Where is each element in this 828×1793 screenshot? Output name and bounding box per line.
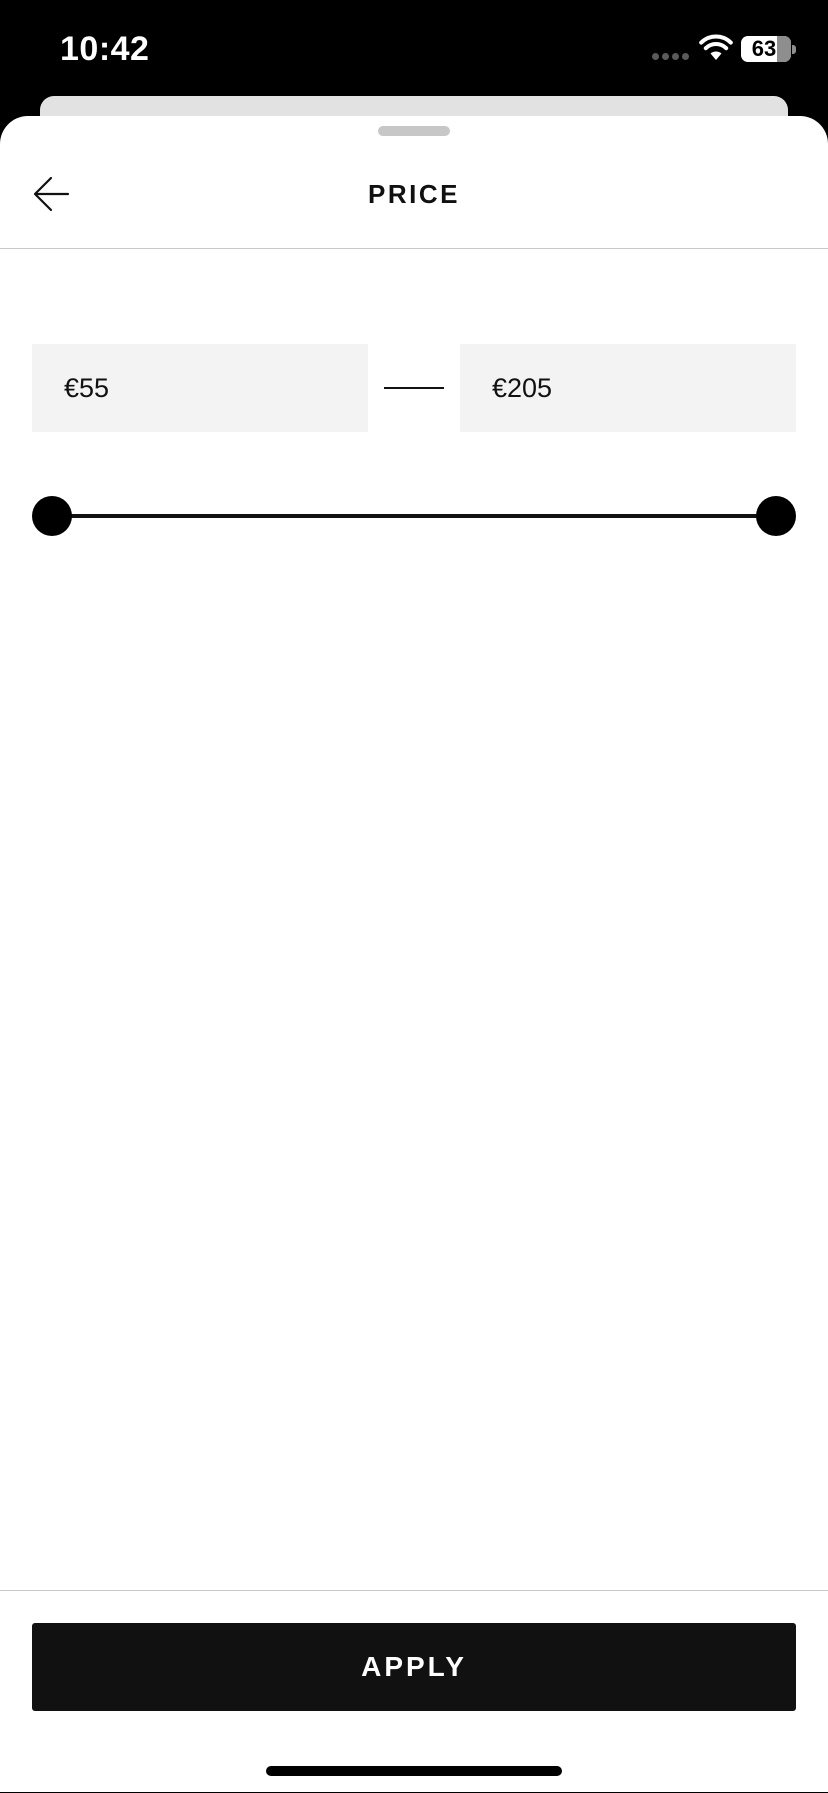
max-price-field[interactable]: €205	[460, 344, 796, 432]
back-button[interactable]	[24, 166, 80, 222]
apply-button[interactable]: APPLY	[32, 1623, 796, 1711]
status-time: 10:42	[60, 30, 150, 68]
slider-selected-range	[52, 514, 776, 518]
price-range-slider[interactable]	[32, 496, 796, 536]
status-bar: 10:42 63	[0, 0, 828, 100]
cellular-signal-icon	[652, 53, 689, 60]
slider-max-handle[interactable]	[756, 496, 796, 536]
battery-tip	[792, 45, 796, 54]
price-filter-sheet: PRICE €55 €205 APPLY	[0, 116, 828, 1792]
slider-min-handle[interactable]	[32, 496, 72, 536]
range-separator	[384, 387, 444, 389]
page-title: PRICE	[368, 179, 460, 209]
home-indicator	[266, 1766, 562, 1776]
sheet-footer: APPLY	[0, 1590, 828, 1793]
min-price-field[interactable]: €55	[32, 344, 368, 432]
sheet-header: PRICE	[0, 144, 828, 249]
battery-percent: 63	[751, 36, 777, 61]
price-range-inputs: €55 €205	[32, 344, 796, 432]
wifi-icon	[699, 34, 733, 60]
arrow-left-icon	[33, 176, 70, 212]
sheet-grabber[interactable]	[378, 126, 450, 136]
slider-track[interactable]	[32, 496, 796, 536]
battery-icon: 63	[741, 36, 791, 62]
